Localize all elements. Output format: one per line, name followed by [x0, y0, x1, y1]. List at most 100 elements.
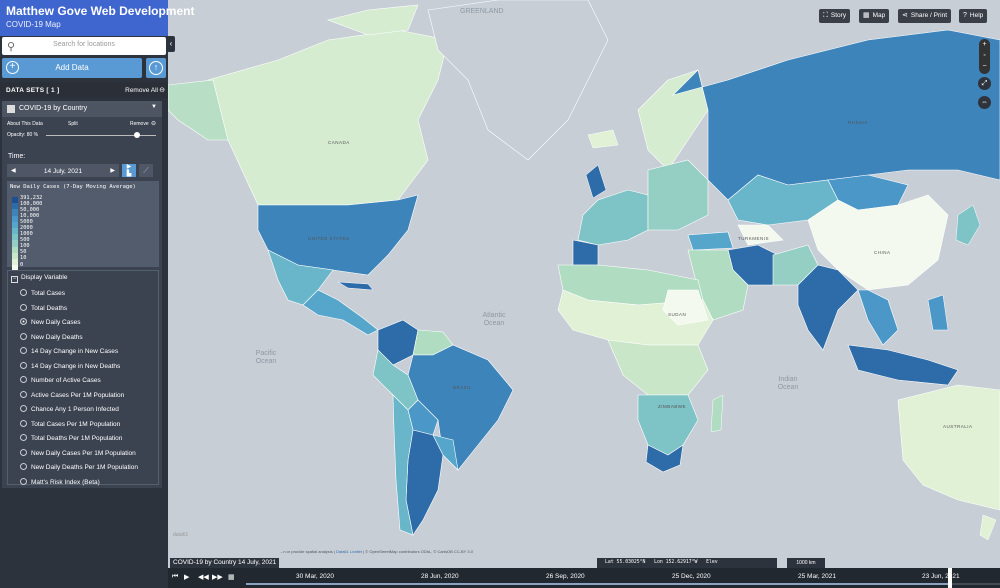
radio-icon[interactable] — [20, 361, 27, 369]
remove-link[interactable]: Remove — [130, 121, 149, 127]
radio-icon[interactable] — [20, 419, 27, 427]
country-greenland — [427, 0, 609, 161]
attribution-link-data61[interactable]: Data61 — [336, 549, 349, 554]
radio-icon[interactable] — [20, 448, 27, 456]
help-icon: ? — [963, 12, 967, 19]
upload-button[interactable]: ↑ — [146, 58, 166, 78]
country-india — [797, 264, 859, 351]
radio-icon[interactable] — [20, 434, 27, 441]
timeline-tick: 25 Dec, 2020 — [672, 573, 711, 580]
radio-icon[interactable] — [20, 376, 27, 383]
timeline-tick: 25 Mar, 2021 — [798, 573, 836, 580]
display-variable-option[interactable]: New Daily Deaths Per 1M Population — [20, 463, 138, 471]
label-australia: AUSTRALIA — [943, 424, 973, 429]
display-variable-option-label: Total Deaths Per 1M Population — [31, 435, 123, 442]
radio-icon[interactable] — [20, 347, 27, 354]
map-button[interactable]: ▦ Map — [859, 9, 890, 23]
skip-back-icon[interactable]: ⏮ — [172, 573, 178, 581]
display-variable-option[interactable]: New Daily Cases — [20, 318, 81, 326]
play-icon[interactable]: ▶ — [184, 573, 189, 581]
collapse-icon[interactable]: − — [11, 276, 18, 283]
collapse-sidebar-icon[interactable]: ‹ — [167, 36, 175, 52]
world-map[interactable] — [168, 0, 1000, 558]
share-label: Share / Print — [910, 12, 948, 19]
play-timeline-button[interactable]: ▶ ▙ — [122, 164, 136, 177]
zoom-control[interactable]: + ◦ − — [979, 39, 990, 74]
zoom-out-icon[interactable]: − — [979, 63, 990, 70]
zoom-in-icon[interactable]: + — [979, 41, 990, 48]
fullscreen-icon[interactable]: ⤢ — [978, 77, 991, 90]
chevron-down-icon[interactable]: ▼ — [151, 104, 157, 110]
remove-icon[interactable]: ⊖ — [151, 120, 156, 127]
legend: New Daily Cases (7-Day Moving Average) 3… — [7, 181, 159, 272]
radio-icon[interactable] — [20, 405, 27, 412]
map-caption: COVID-19 by Country 14 July, 2021 — [170, 558, 280, 568]
label-united-states: UNITED STATES — [308, 236, 350, 241]
display-variable-option[interactable]: Matt's Risk Index (Beta) — [20, 477, 100, 486]
display-variable-option[interactable]: 14 Day Change in New Deaths — [20, 361, 120, 370]
current-date: 14 July, 2021 — [43, 167, 83, 175]
add-data-row: + Add Data ↑ — [2, 58, 166, 78]
display-variable-option[interactable]: Total Cases Per 1M Population — [20, 419, 120, 428]
playback-controls: ⏮ ▶ ◀◀ ▶▶ ▦ — [168, 568, 242, 588]
country-madagascar — [710, 394, 724, 433]
radio-icon[interactable] — [20, 463, 27, 470]
map-view[interactable]: GREENLAND Atlantic Ocean Pacific Ocean I… — [168, 0, 1000, 558]
country-turkmenistan — [737, 224, 784, 246]
country-cuba — [337, 281, 374, 291]
next-date-icon[interactable]: ▶ — [110, 167, 115, 174]
display-variable-option[interactable]: Total Deaths Per 1M Population — [20, 434, 122, 442]
radio-icon[interactable] — [20, 332, 27, 340]
timeline-tick: 23 Jun, 2021 — [922, 573, 960, 580]
label-indian-ocean: Indian Ocean — [777, 376, 799, 391]
opacity-slider-handle[interactable] — [134, 132, 140, 138]
chart-icon[interactable]: ⟋ — [139, 164, 153, 177]
country-canada-islands — [326, 4, 419, 36]
radio-icon[interactable] — [20, 477, 27, 485]
search-input[interactable]: ⚲ Search for locations — [2, 37, 166, 55]
label-china: CHINA — [874, 250, 891, 255]
display-variable-option[interactable]: New Daily Cases Per 1M Population — [20, 448, 136, 457]
map-icon: ▦ — [863, 12, 870, 19]
display-variable-option[interactable]: New Daily Deaths — [20, 332, 83, 341]
story-button[interactable]: ⛶ Story — [819, 9, 851, 23]
display-variable-panel: − Display Variable Total Cases Total Death… — [7, 270, 159, 486]
step-forward-icon[interactable]: ▶▶ — [212, 573, 223, 581]
attribution-link-leaflet[interactable]: Leaflet — [350, 549, 362, 554]
country-se-asia — [857, 289, 899, 346]
display-variable-option[interactable]: Active Cases Per 1M Population — [20, 390, 124, 399]
remove-all-icon[interactable]: ⊖ — [159, 86, 165, 94]
split-view-icon[interactable]: ⇔ — [978, 96, 991, 109]
display-variable-option[interactable]: Number of Active Cases — [20, 376, 101, 384]
radio-icon[interactable] — [20, 289, 27, 296]
display-variable-header[interactable]: − Display Variable — [11, 274, 67, 283]
display-variable-option[interactable]: Total Deaths — [20, 303, 67, 312]
dataset-header[interactable]: COVID-19 by Country ▼ — [2, 101, 162, 117]
share-print-button[interactable]: ⋖ Share / Print — [898, 9, 952, 23]
radio-icon[interactable] — [20, 303, 27, 311]
radio-icon[interactable] — [20, 318, 27, 325]
split-link[interactable]: Split — [68, 121, 78, 127]
radio-icon[interactable] — [20, 390, 27, 398]
country-iceland — [587, 129, 619, 149]
about-data-link[interactable]: About This Data — [7, 121, 43, 127]
remove-all-button[interactable]: Remove All — [125, 87, 158, 94]
add-data-label: Add Data — [55, 63, 89, 72]
step-back-icon[interactable]: ◀◀ — [198, 573, 209, 581]
display-variable-option-label: New Daily Deaths — [31, 333, 83, 341]
help-button[interactable]: ? Help — [959, 9, 988, 23]
country-turkey — [687, 231, 734, 251]
display-variable-option[interactable]: 14 Day Change in New Cases — [20, 347, 118, 355]
dataset-visibility-checkbox[interactable] — [7, 105, 15, 113]
date-picker[interactable]: ◀ 14 July, 2021 ▶ — [7, 164, 119, 177]
calendar-icon[interactable]: ▦ — [228, 573, 235, 581]
timeline-playhead[interactable] — [948, 568, 952, 588]
add-data-button[interactable]: + Add Data — [2, 58, 142, 78]
zoom-reset-icon[interactable]: ◦ — [979, 52, 990, 59]
display-variable-option-label: Chance Any 1 Person Infected — [31, 406, 119, 413]
display-variable-option[interactable]: Total Cases — [20, 289, 65, 297]
display-variable-option[interactable]: Chance Any 1 Person Infected — [20, 405, 119, 413]
datasets-bar: DATA SETS [ 1 ] Remove All ⊖ — [0, 82, 168, 98]
dataset-name: COVID-19 by Country — [19, 105, 88, 112]
display-variable-option-label: New Daily Cases Per 1M Population — [31, 449, 136, 457]
